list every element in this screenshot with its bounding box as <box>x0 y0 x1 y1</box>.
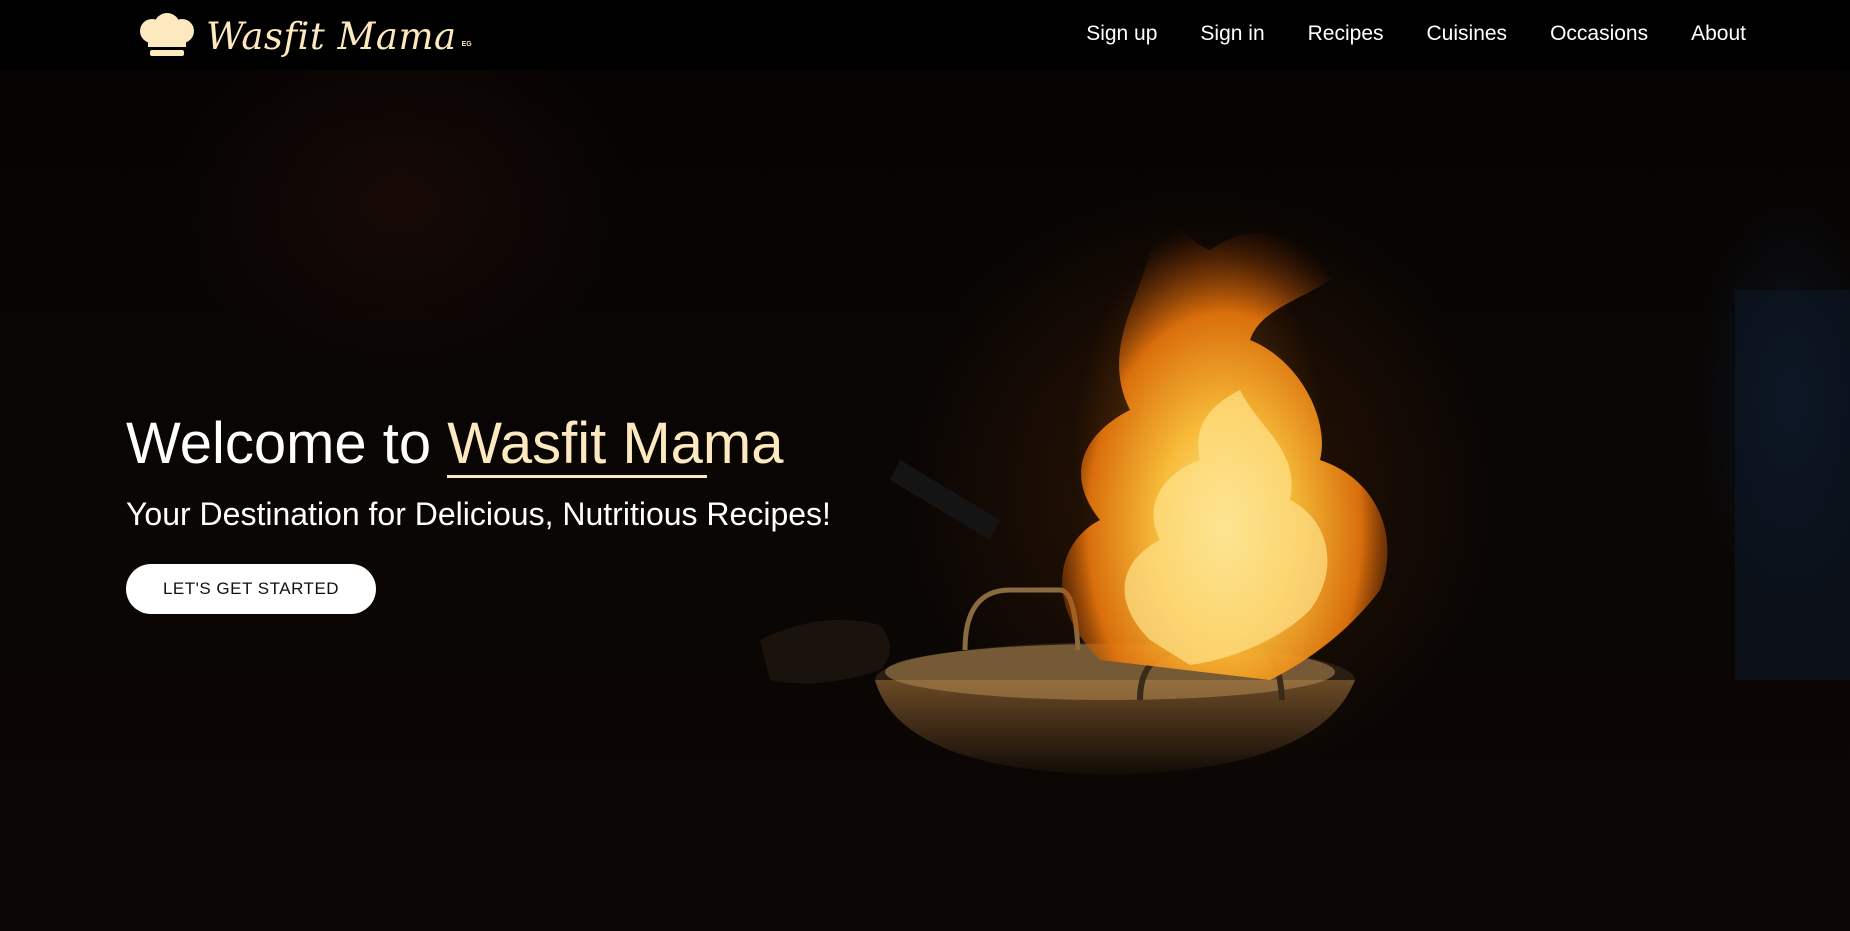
brand-logo[interactable]: Wasfit Mama EG <box>138 10 472 62</box>
blowtorch <box>890 460 1000 540</box>
hand-silhouette <box>760 620 890 684</box>
landing-page: Wasfit Mama EG Sign up Sign in Recipes C… <box>0 0 1850 931</box>
hero-subtitle: Your Destination for Delicious, Nutritio… <box>126 496 831 532</box>
nav-sign-up[interactable]: Sign up <box>1086 20 1157 48</box>
brand-name: Wasfit Mama <box>206 14 457 58</box>
nav-about[interactable]: About <box>1691 20 1746 48</box>
hero-title-brand: Wasfit Mama <box>447 411 784 478</box>
nav-occasions[interactable]: Occasions <box>1550 20 1648 48</box>
hero-section: Welcome to Wasfit Mama Your Destination … <box>126 406 831 614</box>
pan-handle-left <box>962 587 1081 651</box>
site-header: Wasfit Mama EG Sign up Sign in Recipes C… <box>0 0 1850 70</box>
chef-hat-icon <box>140 13 194 56</box>
main-nav: Sign up Sign in Recipes Cuisines Occasio… <box>1086 20 1746 48</box>
hero-title: Welcome to Wasfit Mama <box>126 406 831 482</box>
nav-sign-in[interactable]: Sign in <box>1200 20 1264 48</box>
brand-underline <box>447 475 708 478</box>
brand-suffix: EG <box>461 40 472 48</box>
background-screen <box>1735 290 1850 680</box>
hero-title-brand-text: Wasfit Mama <box>447 411 784 476</box>
get-started-button[interactable]: LET'S GET STARTED <box>126 564 376 614</box>
hero-title-prefix: Welcome to <box>126 411 448 476</box>
nav-cuisines[interactable]: Cuisines <box>1427 20 1508 48</box>
nav-recipes[interactable]: Recipes <box>1308 20 1384 48</box>
